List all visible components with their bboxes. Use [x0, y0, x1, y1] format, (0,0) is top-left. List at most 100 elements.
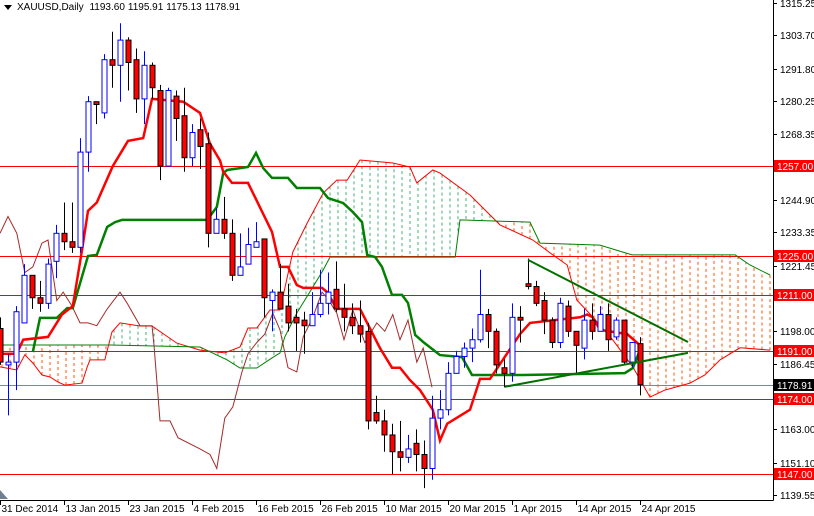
bearish-candle	[205, 132, 212, 248]
bullish-candle	[477, 269, 484, 343]
bearish-candle	[181, 87, 188, 172]
candle-body	[493, 330, 500, 366]
candle-body	[5, 361, 12, 366]
dropdown-triangle-icon[interactable]	[4, 4, 12, 10]
bullish-candle	[469, 328, 476, 363]
candle-body	[53, 232, 60, 262]
candle-body	[461, 347, 468, 358]
level-price-label: 1225.00	[777, 252, 814, 263]
candle-body	[205, 143, 212, 234]
bearish-candle	[149, 62, 156, 99]
candle-body	[45, 263, 52, 304]
candle-body	[125, 39, 132, 64]
bearish-candle	[381, 409, 388, 452]
ohlc-close: 1178.91	[204, 2, 241, 13]
candle-body	[269, 291, 276, 302]
bearish-candle	[365, 322, 372, 430]
time-tick-label: 26 Feb 2015	[322, 504, 379, 515]
candle-body	[485, 314, 492, 332]
bullish-candle	[309, 292, 316, 327]
candle-body	[365, 330, 372, 422]
bearish-candle	[277, 264, 284, 310]
price-tick-label: 1186.45	[780, 360, 814, 371]
bearish-candle	[261, 238, 268, 318]
chart-header: XAUUSD,Daily 1193.60 1195.91 1175.13 1178.9…	[4, 2, 243, 13]
bullish-candle	[597, 306, 604, 332]
candle-body	[621, 319, 628, 363]
bearish-candle	[421, 440, 428, 489]
candle-body	[301, 319, 308, 327]
candle-body	[413, 442, 420, 456]
candle-body	[197, 129, 204, 148]
time-tick-label: 4 Feb 2015	[194, 504, 245, 515]
level-price-label: 1174.00	[777, 395, 813, 406]
price-tick-label: 1221.45	[780, 262, 814, 273]
bullish-candle	[509, 303, 516, 382]
bullish-candle	[117, 23, 124, 102]
candle-body	[149, 64, 156, 89]
price-chart[interactable]: 1315.25 1303.70 1291.80 1280.25 1268.35 1244.…	[0, 0, 814, 516]
bullish-candle	[141, 51, 148, 125]
bullish-candle	[445, 362, 452, 416]
candle-body	[453, 356, 460, 374]
candle-body	[525, 283, 532, 288]
candle-body	[253, 241, 260, 248]
price-tick-label: 1291.80	[780, 65, 814, 76]
bearish-candle	[133, 48, 140, 113]
level-price-label: 1191.00	[777, 347, 813, 358]
time-tick-label: 13 Jan 2015	[66, 504, 121, 515]
candle-body	[565, 305, 572, 332]
candle-body	[165, 90, 172, 167]
bearish-candle	[0, 317, 4, 365]
candle-body	[309, 314, 316, 327]
chart-shift-marker-icon[interactable]	[0, 490, 8, 499]
candle-body	[29, 274, 36, 299]
candle-body	[549, 319, 556, 344]
bearish-candle	[413, 429, 420, 472]
bullish-candle	[237, 233, 244, 276]
candle-body	[237, 266, 244, 276]
candle-body	[61, 232, 68, 243]
bearish-candle	[109, 31, 116, 88]
bullish-candle	[213, 208, 220, 234]
candle-body	[573, 330, 580, 346]
time-tick-label: 16 Feb 2015	[258, 504, 315, 515]
bearish-candle	[125, 37, 132, 91]
bullish-candle	[165, 87, 172, 167]
candle-body	[85, 101, 92, 153]
candle-body	[405, 448, 412, 458]
candle-body	[93, 101, 100, 106]
bearish-candle	[333, 261, 340, 312]
time-tick-label: 10 Mar 2015	[386, 504, 443, 515]
candle-body	[21, 274, 28, 324]
bearish-candle	[549, 317, 556, 349]
bearish-candle	[29, 274, 36, 309]
candle-body	[421, 454, 428, 470]
candle-body	[333, 288, 340, 310]
time-tick-label: 20 Mar 2015	[450, 504, 507, 515]
candle-body	[389, 434, 396, 453]
candle-body	[245, 244, 252, 265]
candle-body	[357, 325, 364, 335]
bearish-candle	[341, 283, 348, 332]
bearish-candle	[37, 280, 44, 312]
price-tick-label: 1268.35	[780, 130, 814, 141]
time-tick-label: 14 Apr 2015	[578, 504, 632, 515]
tenkan-sen-line	[0, 97, 641, 445]
bearish-candle	[293, 308, 300, 351]
candle-body	[317, 302, 324, 316]
time-axis-labels: 31 Dec 2014 13 Jan 2015 23 Jan 2015 4 Feb 2…	[0, 500, 696, 515]
candle-body	[613, 319, 620, 338]
price-tick-label: 1233.35	[780, 228, 814, 239]
bearish-candle	[221, 196, 228, 239]
symbol-timeframe: XAUUSD,Daily	[17, 2, 84, 13]
candle-body	[325, 291, 332, 304]
bullish-candle	[453, 350, 460, 374]
candle-body	[141, 64, 148, 100]
price-tick-label: 1280.25	[780, 97, 814, 108]
candle-body	[0, 328, 4, 363]
candle-body	[37, 297, 44, 304]
lower-trendline[interactable]	[504, 351, 689, 388]
time-tick-label: 24 Apr 2015	[642, 504, 696, 515]
candle-body	[293, 316, 300, 324]
